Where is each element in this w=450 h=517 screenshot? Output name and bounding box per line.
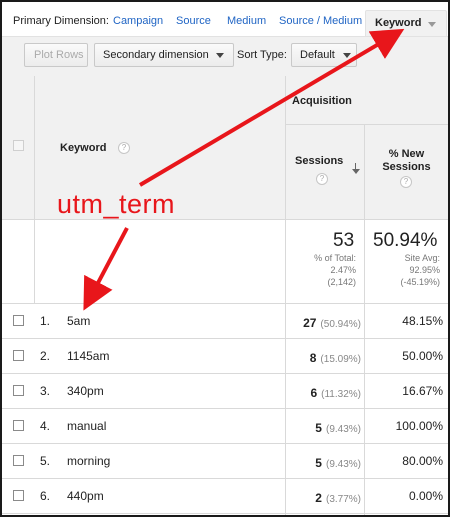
secondary-dimension-dropdown[interactable]: Secondary dimension xyxy=(94,43,234,67)
keyword-link[interactable]: manual xyxy=(67,419,106,433)
site-avg-label: Site Avg: xyxy=(404,253,440,263)
dimension-tab-keyword[interactable]: Keyword xyxy=(365,10,447,37)
sessions-cell: 6 (11.32%) xyxy=(285,384,361,402)
sessions-cell: 2 (3.77%) xyxy=(285,489,361,507)
column-header-keyword[interactable]: Keyword xyxy=(60,142,106,154)
primary-dimension-label: Primary Dimension: xyxy=(13,15,109,27)
table-row[interactable]: 1. 5am 27 (50.94%) 48.15% xyxy=(2,304,448,339)
sessions-percent: (11.32%) xyxy=(321,389,361,400)
sessions-cell: 8 (15.09%) xyxy=(285,349,361,367)
table-row[interactable]: 6. 440pm 2 (3.77%) 0.00% xyxy=(2,479,448,514)
keyword-link[interactable]: 5am xyxy=(67,314,90,328)
plot-rows-button[interactable]: Plot Rows xyxy=(24,43,88,67)
row-checkbox[interactable] xyxy=(13,385,24,396)
sort-type-dropdown[interactable]: Default xyxy=(291,43,357,67)
total-sessions-sub-pct: 2.47% xyxy=(330,265,356,275)
total-sessions-sub-count: (2,142) xyxy=(327,277,356,287)
plot-rows-label: Plot Rows xyxy=(34,49,84,61)
primary-dimension-bar: Primary Dimension: Campaign Source Mediu… xyxy=(2,2,448,40)
sessions-cell: 27 (50.94%) xyxy=(285,314,361,332)
chevron-down-icon xyxy=(428,22,436,27)
row-number: 1. xyxy=(40,314,51,328)
help-icon[interactable]: ? xyxy=(400,176,412,188)
sort-descending-icon xyxy=(352,163,360,175)
total-new-sessions-value: 50.94% xyxy=(373,230,438,251)
keyword-link[interactable]: 1145am xyxy=(67,349,109,363)
new-sessions-value: 16.67% xyxy=(402,384,443,398)
site-avg-value: 92.95% xyxy=(409,265,440,275)
row-checkbox[interactable] xyxy=(13,350,24,361)
dimension-link-medium[interactable]: Medium xyxy=(227,15,266,27)
site-avg-delta: (-45.19%) xyxy=(400,277,440,287)
sessions-value: 5 xyxy=(315,421,322,435)
row-checkbox[interactable] xyxy=(13,315,24,326)
total-sessions-subtext: % of Total: 2.47% (2,142) xyxy=(292,252,356,288)
keyword-link[interactable]: 440pm xyxy=(67,489,104,503)
sessions-percent: (15.09%) xyxy=(320,354,361,365)
table-row[interactable]: 3. 340pm 6 (11.32%) 16.67% xyxy=(2,374,448,409)
sessions-percent: (9.43%) xyxy=(325,424,361,435)
sessions-percent: (9.43%) xyxy=(325,459,361,470)
help-icon[interactable]: ? xyxy=(118,142,130,154)
row-checkbox[interactable] xyxy=(13,455,24,466)
dimension-tab-keyword-label: Keyword xyxy=(375,17,422,29)
keyword-link[interactable]: 340pm xyxy=(67,384,104,398)
column-group-acquisition: Acquisition xyxy=(292,95,352,107)
new-sessions-value: 0.00% xyxy=(408,489,443,503)
sessions-percent: (3.77%) xyxy=(325,494,361,505)
total-sessions-value: 53 xyxy=(333,230,355,251)
sessions-percent: (50.94%) xyxy=(320,319,361,330)
sort-type-value: Default xyxy=(300,49,335,61)
dimension-link-campaign[interactable]: Campaign xyxy=(113,15,163,27)
annotation-utm-term: utm_term xyxy=(57,189,176,219)
report-frame: Primary Dimension: Campaign Source Mediu… xyxy=(0,0,450,517)
sort-type-label: Sort Type: xyxy=(237,49,287,61)
chevron-down-icon xyxy=(343,53,351,58)
table-row[interactable]: 4. manual 5 (9.43%) 100.00% xyxy=(2,409,448,444)
row-number: 6. xyxy=(40,489,51,503)
table-row[interactable]: 2. 1145am 8 (15.09%) 50.00% xyxy=(2,339,448,374)
row-number: 2. xyxy=(40,349,51,363)
table-row[interactable]: 5. morning 5 (9.43%) 80.00% xyxy=(2,444,448,479)
new-sessions-value: 80.00% xyxy=(402,454,443,468)
new-sessions-value: 50.00% xyxy=(402,349,443,363)
row-number: 5. xyxy=(40,454,51,468)
sessions-value: 6 xyxy=(310,386,318,400)
total-sessions-sub-label: % of Total: xyxy=(314,253,356,263)
annotation-arrow-to-keyword-row xyxy=(83,227,129,311)
sessions-value: 8 xyxy=(309,351,317,365)
sessions-value: 5 xyxy=(315,456,322,470)
sessions-value: 2 xyxy=(315,491,322,505)
dimension-link-source[interactable]: Source xyxy=(176,15,211,27)
total-new-sessions-subtext: Site Avg: 92.95% (-45.19%) xyxy=(370,252,440,288)
row-checkbox[interactable] xyxy=(13,490,24,501)
sessions-cell: 5 (9.43%) xyxy=(285,419,361,437)
secondary-dimension-label: Secondary dimension xyxy=(103,49,209,61)
row-number: 3. xyxy=(40,384,51,398)
column-header-sessions[interactable]: Sessions xyxy=(295,155,343,167)
new-sessions-value: 48.15% xyxy=(402,314,443,328)
row-checkbox[interactable] xyxy=(13,420,24,431)
select-all-checkbox[interactable] xyxy=(13,140,24,151)
sessions-value: 27 xyxy=(303,316,317,330)
keyword-link[interactable]: morning xyxy=(67,454,110,468)
table-toolbar: Plot Rows Secondary dimension Sort Type:… xyxy=(2,36,448,77)
help-icon[interactable]: ? xyxy=(316,173,328,185)
dimension-link-source-medium[interactable]: Source / Medium xyxy=(279,15,362,27)
sessions-cell: 5 (9.43%) xyxy=(285,454,361,472)
new-sessions-value: 100.00% xyxy=(395,419,443,433)
chevron-down-icon xyxy=(216,53,224,58)
row-number: 4. xyxy=(40,419,51,433)
column-header-new-sessions[interactable]: % New Sessions xyxy=(365,148,448,174)
